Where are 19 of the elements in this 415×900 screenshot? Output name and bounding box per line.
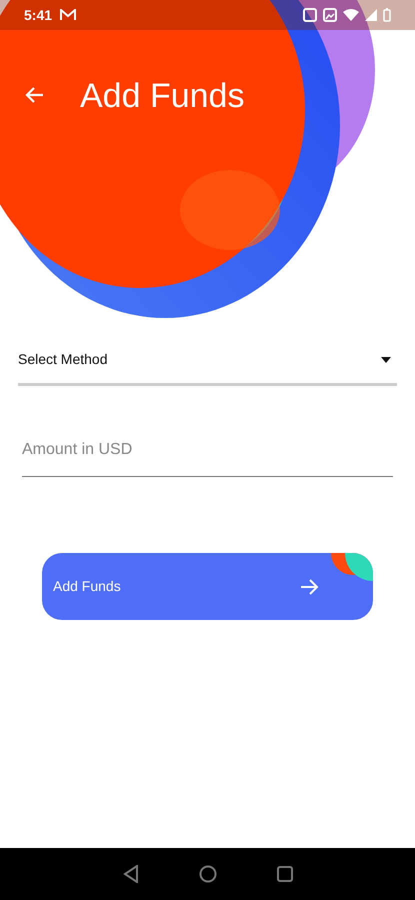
amount-field[interactable]: Amount in USD — [22, 434, 393, 477]
recents-nav-icon[interactable] — [276, 866, 292, 882]
signal-icon — [365, 9, 377, 21]
wifi-icon — [343, 9, 359, 21]
status-time: 5:41 — [24, 6, 52, 24]
battery-icon — [383, 8, 391, 22]
nfc-icon — [303, 8, 317, 22]
arrow-right-icon — [300, 578, 320, 596]
image-icon — [323, 8, 337, 22]
home-nav-icon[interactable] — [198, 865, 216, 883]
back-nav-icon[interactable] — [122, 865, 138, 883]
method-select[interactable]: Select Method — [18, 336, 397, 386]
add-funds-button[interactable]: Add Funds — [42, 553, 373, 620]
caret-icon — [381, 356, 391, 362]
mail-icon — [60, 9, 76, 21]
page-title: Add Funds — [80, 78, 244, 116]
corner-decoration-drawing — [331, 553, 373, 581]
back-arrow-icon — [24, 86, 44, 104]
back-button[interactable] — [24, 86, 44, 104]
